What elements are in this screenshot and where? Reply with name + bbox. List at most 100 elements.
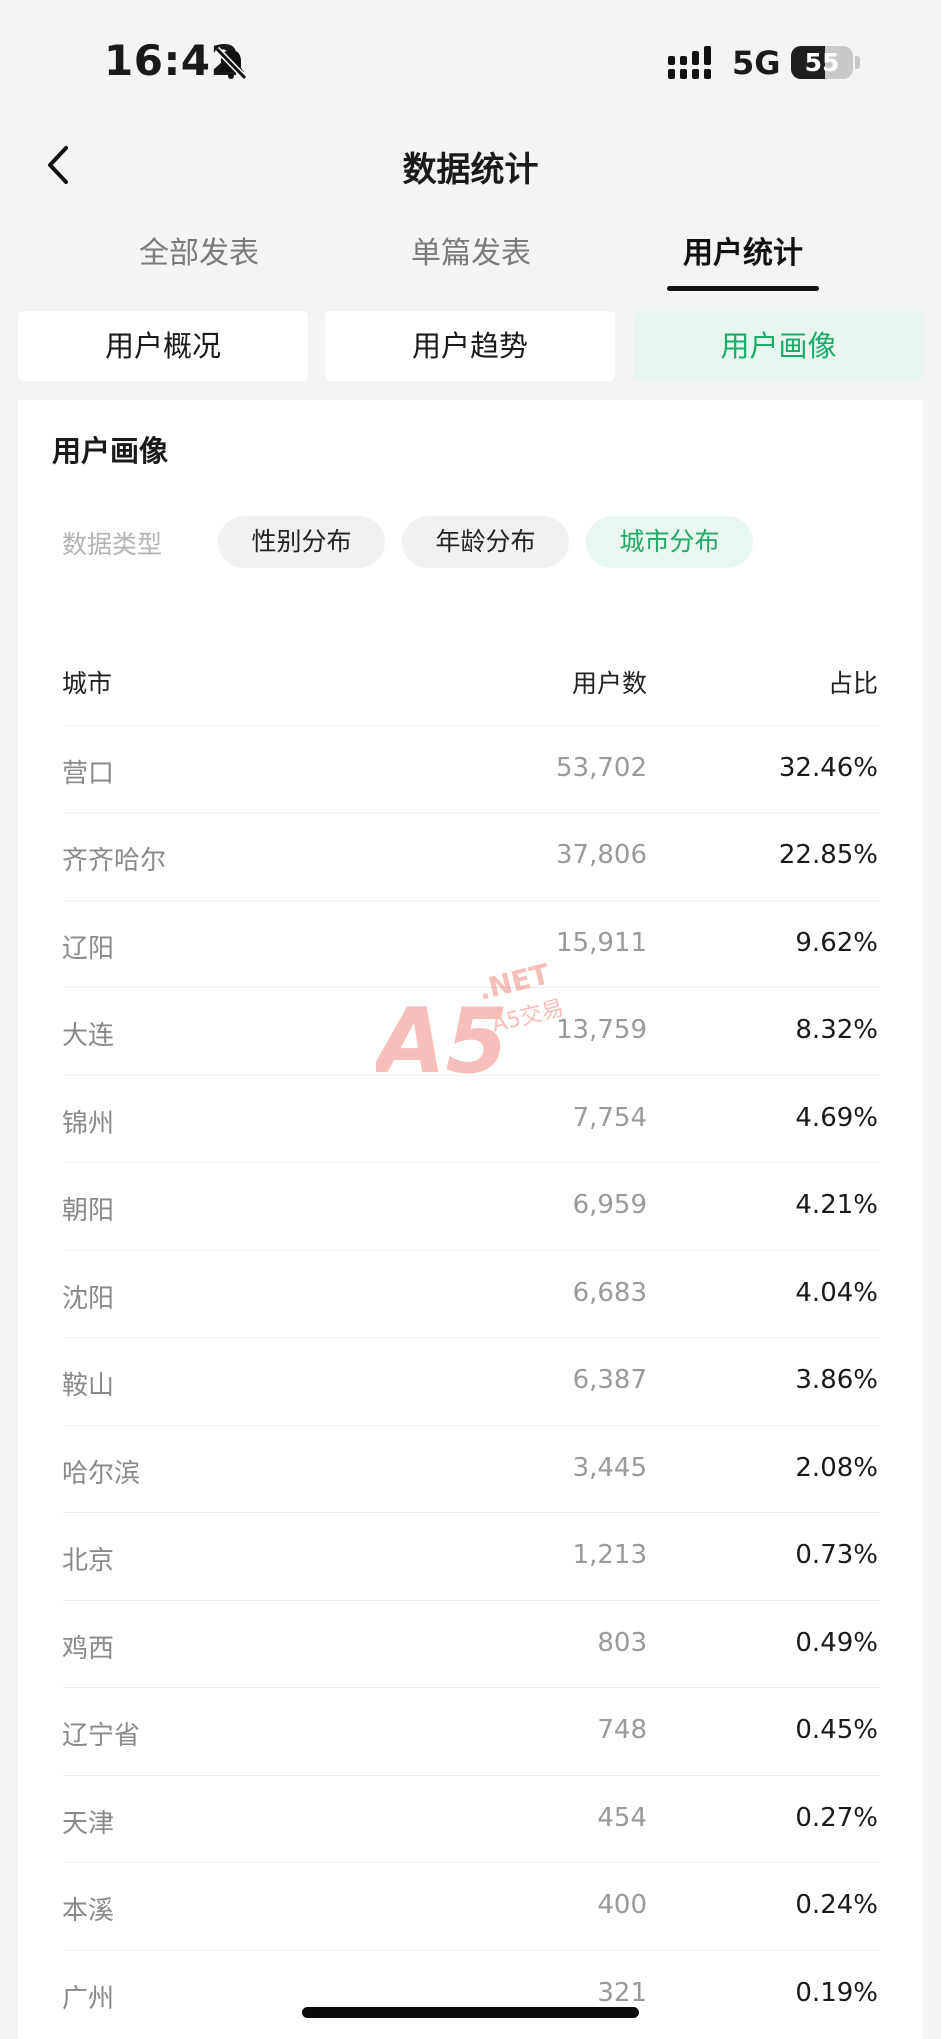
table-row: 广州 321 0.19% — [0, 1950, 941, 2037]
row-pct: 32.46% — [778, 753, 878, 783]
row-divider — [62, 987, 880, 988]
tab-label: 单篇发表 — [411, 236, 531, 271]
row-pct: 4.04% — [795, 1278, 878, 1308]
row-city: 锦州 — [62, 1109, 115, 1139]
table-row: 天津 454 0.27% — [0, 1775, 941, 1862]
row-pct: 4.69% — [795, 1103, 878, 1133]
row-users: 454 — [597, 1803, 647, 1833]
row-divider — [62, 1250, 880, 1251]
row-divider — [62, 1687, 880, 1688]
row-divider — [62, 1600, 880, 1601]
segment-label: 用户趋势 — [411, 329, 528, 363]
row-pct: 4.21% — [795, 1190, 878, 1220]
row-pct: 0.49% — [795, 1628, 878, 1658]
home-indicator[interactable] — [302, 2007, 639, 2018]
row-pct: 3.86% — [795, 1365, 878, 1395]
row-pct: 0.24% — [795, 1890, 878, 1920]
row-city: 朝阳 — [62, 1196, 115, 1226]
row-pct: 8.32% — [795, 1015, 878, 1045]
tab-user-stats[interactable]: 用户统计 — [623, 228, 863, 291]
row-city: 辽宁省 — [62, 1721, 141, 1751]
segment-label: 用户概况 — [104, 329, 221, 363]
battery-icon: 55 — [791, 46, 853, 79]
row-users: 6,683 — [572, 1278, 647, 1308]
row-divider — [62, 1950, 880, 1951]
row-users: 37,806 — [556, 840, 647, 870]
row-city: 辽阳 — [62, 934, 115, 964]
row-divider — [62, 900, 880, 901]
row-city: 哈尔滨 — [62, 1459, 141, 1489]
row-divider — [62, 1862, 880, 1863]
row-pct: 0.73% — [795, 1540, 878, 1570]
chip-label: 城市分布 — [619, 527, 720, 556]
row-divider — [62, 1075, 880, 1076]
row-pct: 9.62% — [795, 928, 878, 958]
table-row: 大连 13,759 8.32% — [0, 987, 941, 1074]
row-city: 大连 — [62, 1021, 115, 1051]
row-divider — [62, 1512, 880, 1513]
row-pct: 0.27% — [795, 1803, 878, 1833]
row-users: 13,759 — [556, 1015, 647, 1045]
tab-label: 用户统计 — [683, 236, 803, 271]
row-users: 53,702 — [556, 753, 647, 783]
row-users: 803 — [597, 1628, 647, 1658]
table-row: 辽阳 15,911 9.62% — [0, 900, 941, 987]
row-users: 321 — [597, 1978, 647, 2008]
active-tab-indicator — [667, 286, 819, 291]
table-row: 本溪 400 0.24% — [0, 1862, 941, 1949]
row-divider — [62, 812, 880, 813]
top-tabs: 全部发表 单篇发表 用户统计 — [0, 228, 941, 298]
row-city: 沈阳 — [62, 1284, 115, 1314]
table-row: 北京 1,213 0.73% — [0, 1512, 941, 1599]
row-pct: 0.45% — [795, 1715, 878, 1745]
segment-user-profile[interactable]: 用户画像 — [634, 311, 923, 381]
row-users: 1,213 — [572, 1540, 647, 1570]
row-users: 748 — [597, 1715, 647, 1745]
row-pct: 2.08% — [795, 1453, 878, 1483]
table-row: 锦州 7,754 4.69% — [0, 1075, 941, 1162]
row-city: 营口 — [62, 759, 115, 789]
chip-label: 性别分布 — [251, 527, 352, 556]
row-city: 本溪 — [62, 1896, 115, 1926]
row-city: 广州 — [62, 1984, 115, 2014]
row-pct: 22.85% — [778, 840, 878, 870]
status-bar: 16:42 5G 55 — [0, 0, 941, 120]
segment-user-overview[interactable]: 用户概况 — [18, 311, 308, 381]
row-users: 6,959 — [572, 1190, 647, 1220]
chip-age-distribution[interactable]: 年龄分布 — [402, 516, 569, 568]
tab-label: 全部发表 — [139, 236, 259, 271]
chip-city-distribution[interactable]: 城市分布 — [586, 516, 753, 568]
segment-user-trend[interactable]: 用户趋势 — [325, 311, 615, 381]
table-row: 辽宁省 748 0.45% — [0, 1687, 941, 1774]
row-city: 鞍山 — [62, 1371, 115, 1401]
row-divider — [62, 1425, 880, 1426]
row-city: 北京 — [62, 1546, 115, 1576]
row-users: 3,445 — [572, 1453, 647, 1483]
row-divider — [62, 1162, 880, 1163]
muted-bell-icon — [214, 46, 248, 81]
row-divider — [62, 1337, 880, 1338]
cellular-signal-icon — [668, 46, 711, 79]
row-pct: 0.19% — [795, 1978, 878, 2008]
row-city: 齐齐哈尔 — [62, 846, 167, 876]
row-divider — [62, 1775, 880, 1776]
row-divider — [62, 725, 880, 726]
chip-gender-distribution[interactable]: 性别分布 — [218, 516, 385, 568]
header-city: 城市 — [62, 669, 113, 698]
row-city: 鸡西 — [62, 1634, 115, 1664]
page-title: 数据统计 — [402, 150, 539, 190]
row-city: 天津 — [62, 1809, 115, 1839]
tab-single-post[interactable]: 单篇发表 — [351, 228, 591, 272]
table-row: 鞍山 6,387 3.86% — [0, 1337, 941, 1424]
row-users: 400 — [597, 1890, 647, 1920]
tab-all-posts[interactable]: 全部发表 — [79, 228, 319, 272]
table-row: 沈阳 6,683 4.04% — [0, 1250, 941, 1337]
table-row: 营口 53,702 32.46% — [0, 725, 941, 812]
row-users: 7,754 — [572, 1103, 647, 1133]
header-users: 用户数 — [571, 669, 647, 698]
table-row: 朝阳 6,959 4.21% — [0, 1162, 941, 1249]
battery-tip — [855, 56, 860, 69]
data-type-label: 数据类型 — [62, 530, 163, 559]
header-pct: 占比 — [827, 669, 878, 698]
table-row: 哈尔滨 3,445 2.08% — [0, 1425, 941, 1512]
